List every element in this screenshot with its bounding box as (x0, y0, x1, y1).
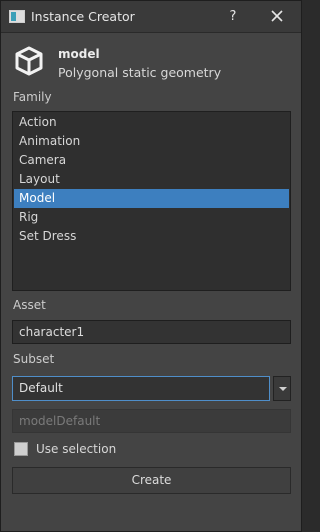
use-selection-checkbox[interactable] (14, 442, 28, 456)
subset-label: Subset (13, 352, 55, 366)
list-item[interactable]: Set Dress (14, 227, 289, 246)
list-item[interactable]: Layout (14, 170, 289, 189)
subset-dropdown-button[interactable] (273, 376, 291, 401)
close-button[interactable] (267, 7, 287, 27)
list-item[interactable]: Rig (14, 208, 289, 227)
list-item[interactable]: Animation (14, 132, 289, 151)
family-description: Polygonal static geometry (58, 65, 222, 80)
asset-input[interactable]: character1 (12, 320, 291, 344)
app-window-icon (9, 10, 25, 23)
cube-icon (15, 46, 43, 76)
create-button[interactable]: Create (12, 467, 291, 494)
subset-input[interactable]: Default (12, 376, 270, 401)
instance-creator-window: Instance Creator ? model Polygonal stati… (0, 0, 302, 532)
subset-result-field: modelDefault (12, 409, 291, 433)
list-item[interactable]: Action (14, 113, 289, 132)
asset-label: Asset (13, 298, 46, 312)
list-item[interactable]: Camera (14, 151, 289, 170)
title-bar[interactable]: Instance Creator ? (1, 1, 301, 33)
close-icon (271, 10, 283, 22)
list-item-selected[interactable]: Model (14, 189, 289, 208)
family-list[interactable]: Action Animation Camera Layout Model Rig… (12, 111, 291, 291)
help-button[interactable]: ? (223, 7, 243, 27)
window-title: Instance Creator (31, 9, 135, 24)
use-selection-label[interactable]: Use selection (36, 442, 116, 456)
family-label: Family (13, 90, 52, 104)
family-name: model (58, 47, 100, 61)
